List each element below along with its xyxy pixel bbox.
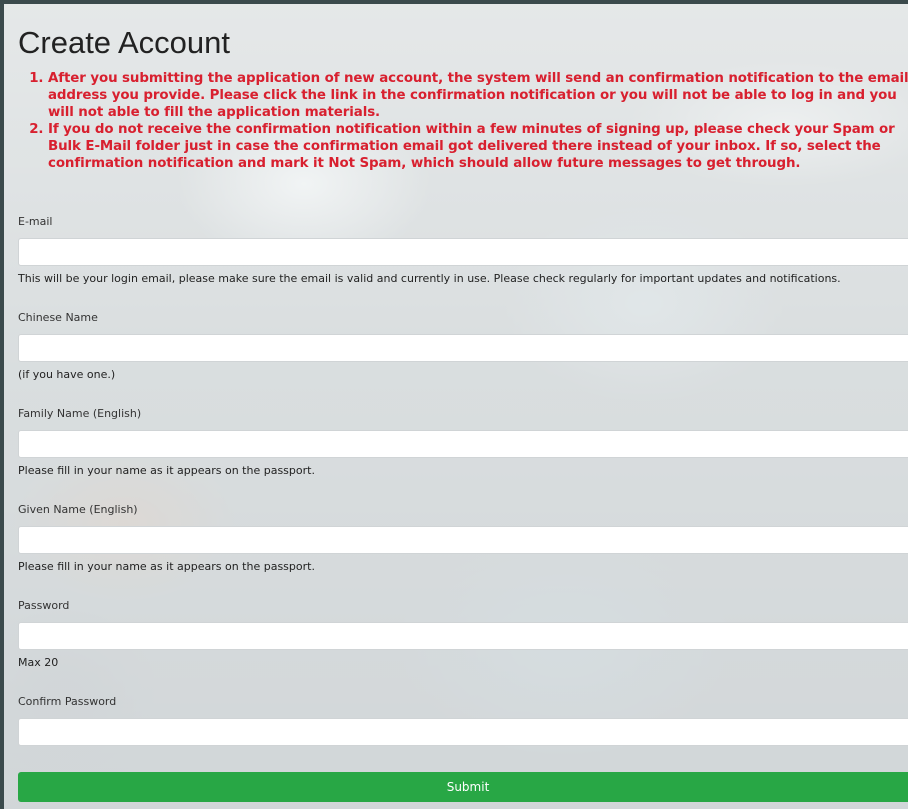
notice-list: After you submitting the application of … (18, 70, 908, 172)
password-help-text: Max 20 (18, 656, 59, 669)
email-label: E-mail (18, 215, 53, 228)
given-name-field[interactable] (18, 526, 908, 554)
given-name-help-text: Please fill in your name as it appears o… (18, 560, 315, 573)
notice-item: If you do not receive the confirmation n… (48, 121, 908, 172)
family-name-label: Family Name (English) (18, 407, 142, 420)
confirm-password-label: Confirm Password (18, 695, 117, 708)
chinese-name-field[interactable] (18, 334, 908, 362)
email-field[interactable] (18, 238, 908, 266)
given-name-label: Given Name (English) (18, 503, 138, 516)
chinese-name-help-text: (if you have one.) (18, 368, 116, 381)
email-help-text: This will be your login email, please ma… (18, 272, 841, 285)
chinese-name-label: Chinese Name (18, 311, 98, 324)
password-label: Password (18, 599, 70, 612)
notice-item: After you submitting the application of … (48, 70, 908, 121)
password-field[interactable] (18, 622, 908, 650)
confirm-password-field[interactable] (18, 718, 908, 746)
submit-button[interactable]: Submit (18, 772, 908, 802)
family-name-help-text: Please fill in your name as it appears o… (18, 464, 315, 477)
family-name-field[interactable] (18, 430, 908, 458)
page-title: Create Account (18, 25, 230, 60)
page-frame: Create Account After you submitting the … (4, 4, 908, 809)
